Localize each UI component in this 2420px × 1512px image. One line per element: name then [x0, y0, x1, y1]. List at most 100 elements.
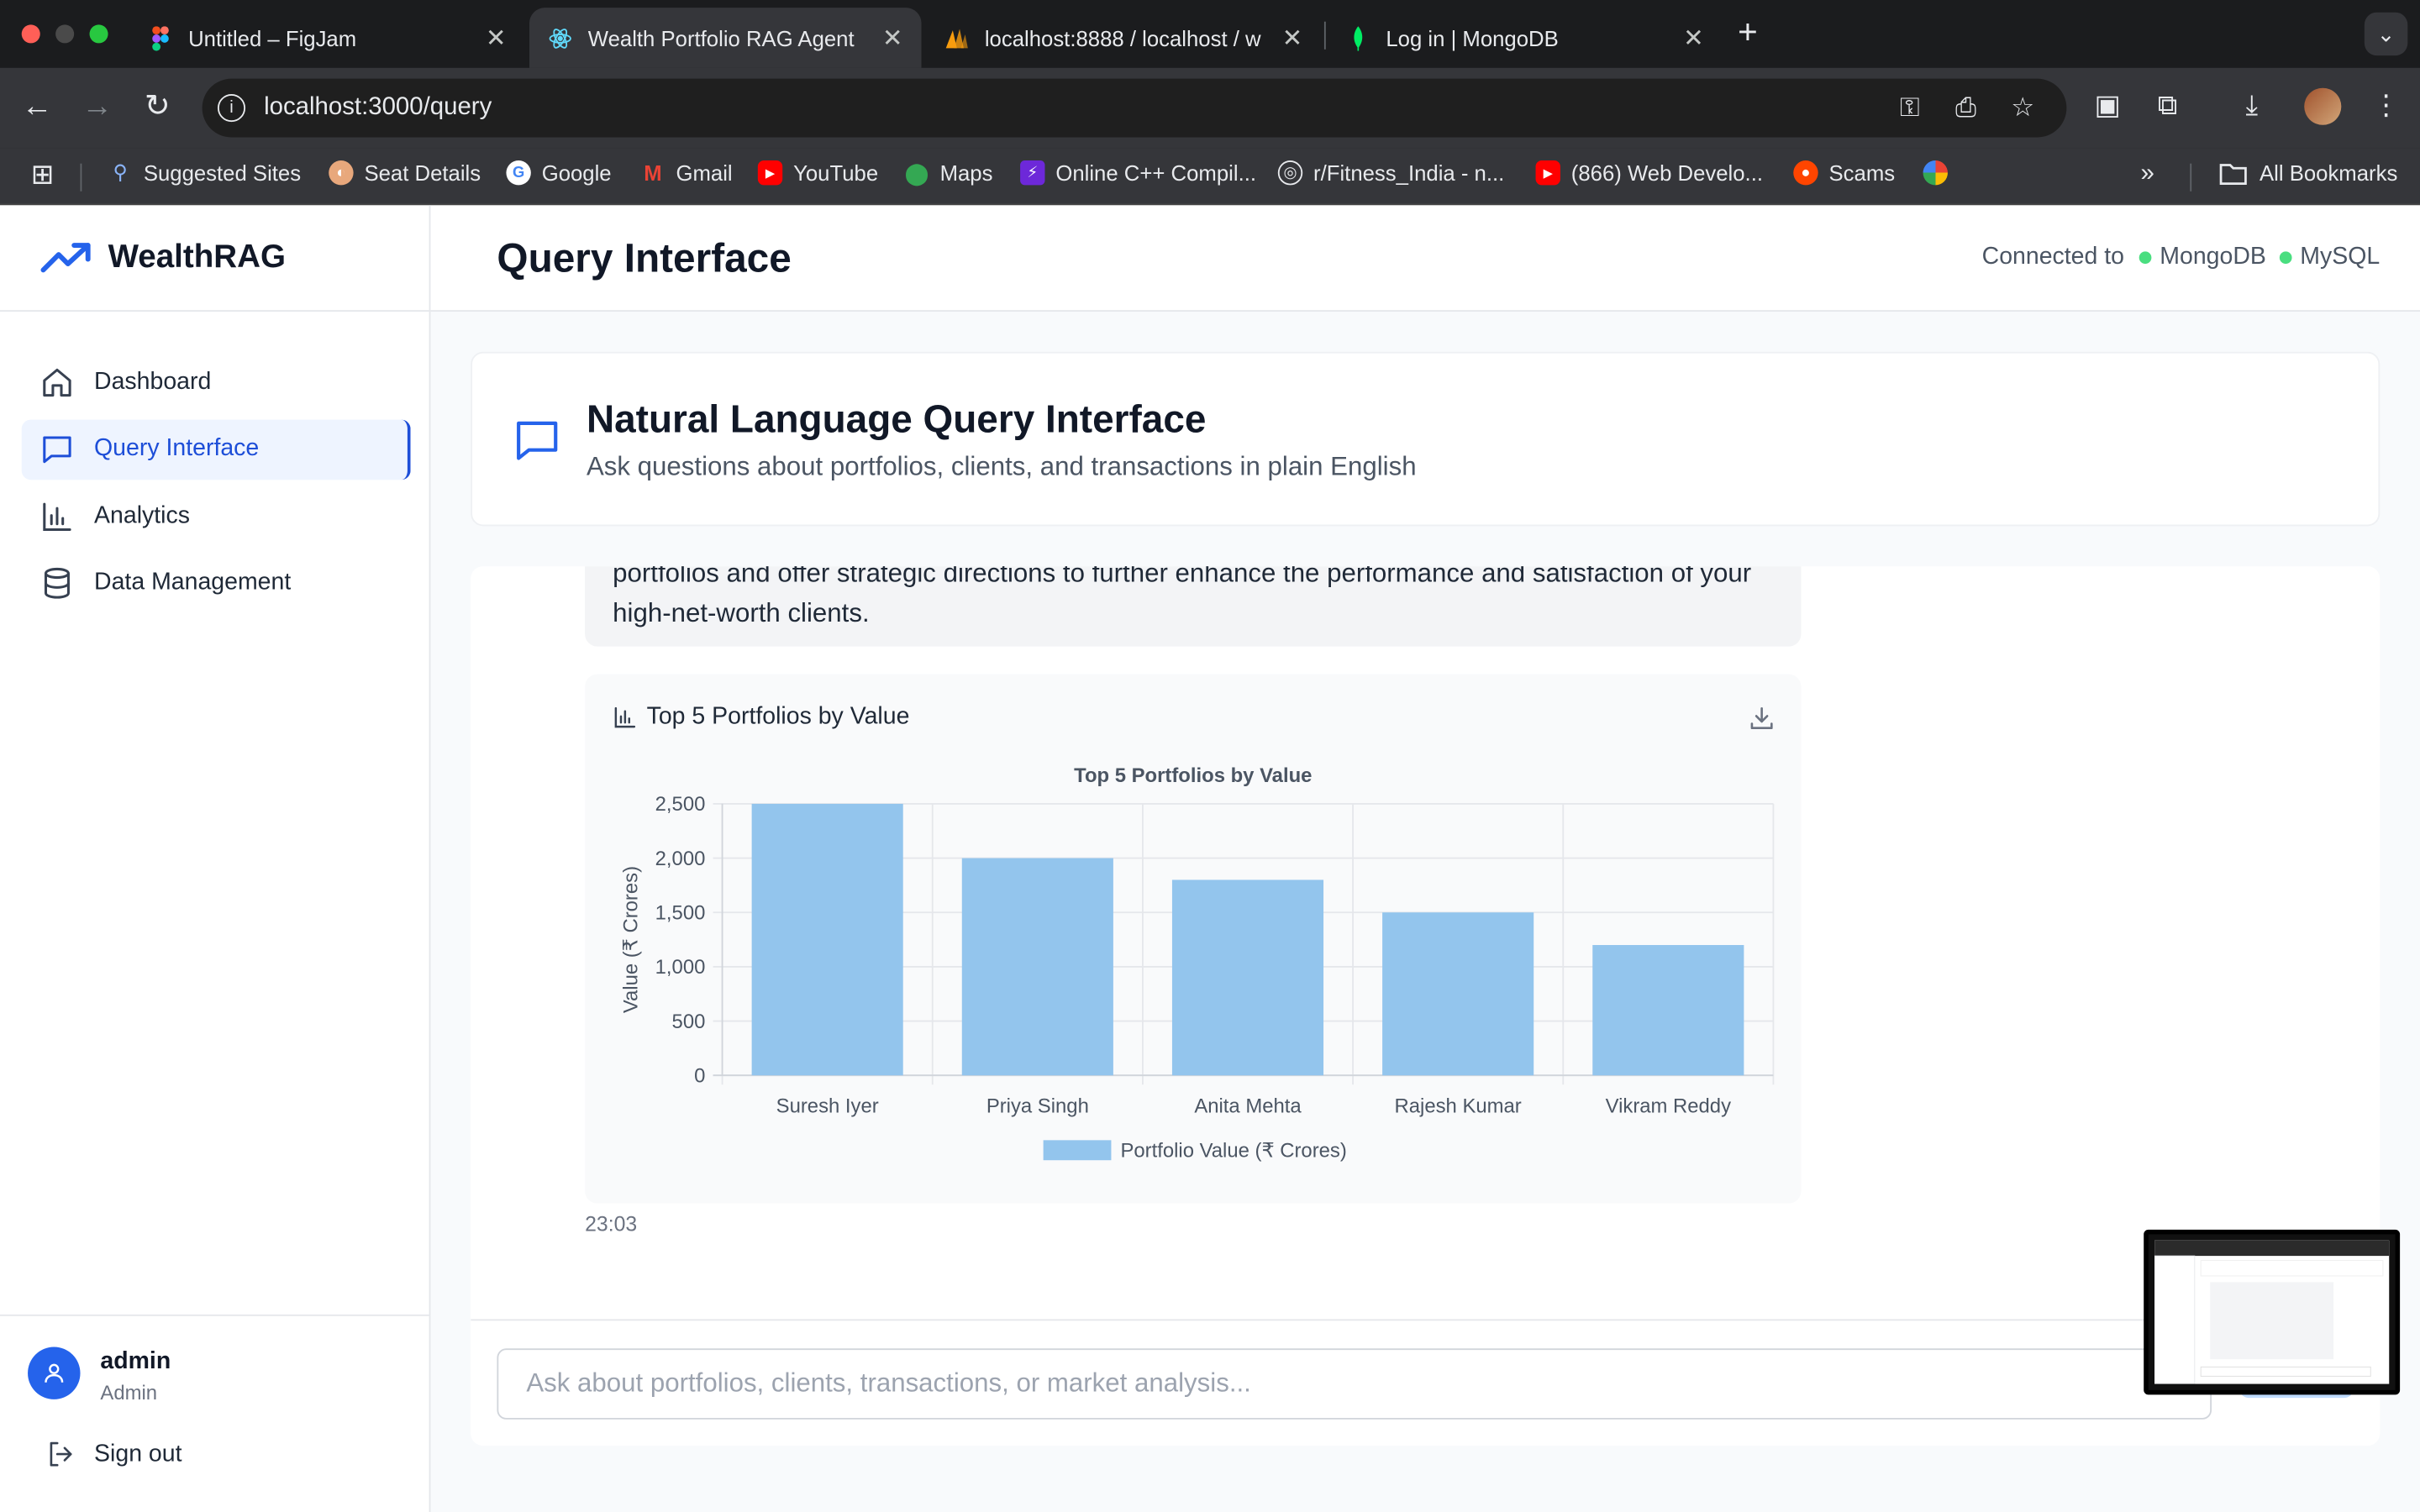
brand[interactable]: WealthRAG [0, 205, 429, 312]
browser-toolbar: ← → ↻ i localhost:3000/query ⚿ ⎙ ☆ ▣ ⧉ ⤓… [0, 67, 2420, 149]
profile-avatar[interactable] [2304, 87, 2342, 125]
all-bookmarks-folder[interactable]: All Bookmarks [2219, 160, 2397, 185]
bookmark-divider [80, 163, 82, 192]
figma-icon [148, 25, 172, 50]
page: Untitled – FigJam ✕ Wealth Portfolio RAG… [0, 0, 2420, 1512]
bookmark-online-cpp[interactable]: ⚡ Online C++ Compil... [1020, 160, 1257, 186]
sidebar-item-label: Data Management [94, 569, 292, 596]
browser-chrome: Untitled – FigJam ✕ Wealth Portfolio RAG… [0, 0, 2420, 206]
mongodb-leaf-icon [1346, 25, 1370, 50]
back-arrow-icon[interactable]: ← [18, 88, 55, 125]
seat-details-favicon: ◐ [329, 160, 354, 186]
bookmark-star-icon[interactable]: ☆ [2011, 92, 2034, 123]
tab-close-icon[interactable]: ✕ [1683, 23, 1704, 54]
x-tick-label: Anita Mehta [1194, 1095, 1302, 1117]
bookmark-scams[interactable]: ● Scams [1793, 160, 1895, 186]
chat-panel: portfolios and offer strategic direction… [471, 566, 2381, 1446]
x-tick-label: Vikram Reddy [1606, 1095, 1731, 1117]
new-tab-icon[interactable]: + [1738, 14, 1758, 49]
maximize-window-button[interactable] [89, 24, 108, 44]
y-tick-label: 0 [694, 1064, 705, 1087]
bookmark-label: Online C++ Compil... [1055, 160, 1257, 186]
bookmark-maps[interactable]: ⬤ Maps [904, 160, 993, 185]
user-panel: admin Admin Sign out [0, 1314, 429, 1512]
bookmark-fitness-india[interactable]: ◎ r/Fitness_India - n... [1277, 160, 1505, 186]
password-key-icon[interactable]: ⚿ [1900, 92, 1920, 123]
browser-tab-phpmyadmin[interactable]: localhost:8888 / localhost / w ✕ [926, 8, 1321, 68]
reddit-icon: ● [1793, 160, 1818, 186]
folder-icon [2219, 163, 2247, 185]
bookmark-youtube[interactable]: ▶ YouTube [757, 160, 878, 186]
tab-separator [1323, 21, 1326, 50]
browser-tab-figjam[interactable]: Untitled – FigJam ✕ [129, 8, 524, 68]
browser-tab-wealth-rag[interactable]: Wealth Portfolio RAG Agent ✕ [529, 8, 922, 68]
user-icon [45, 1363, 64, 1383]
log-out-icon [50, 1441, 72, 1467]
y-tick-label: 1,000 [655, 956, 706, 979]
extensions-puzzle-icon[interactable]: ⧉ [2158, 90, 2178, 123]
y-tick-label: 1,500 [655, 902, 706, 925]
screenshot-preview-thumbnail[interactable] [2144, 1229, 2401, 1395]
bookmark-google[interactable]: G Google [506, 160, 612, 186]
sidebar-item-label: Dashboard [94, 368, 212, 395]
bar [751, 803, 903, 1076]
bar [1171, 879, 1324, 1076]
more-bookmarks-icon[interactable]: » [2141, 160, 2154, 188]
bookmarks-bar: ⊞ ⚲ Suggested Sites ◐ Seat Details G Google… [0, 148, 2420, 206]
bookmark-web-develo[interactable]: ▶ (866) Web Develo... [1535, 160, 1763, 186]
site-info-icon[interactable]: i [217, 94, 246, 123]
bookmark-label: Suggested Sites [143, 160, 302, 186]
chart-title: Top 5 Portfolios by Value [1074, 764, 1312, 787]
bookmark-photos[interactable] [1923, 160, 1959, 186]
bookmark-label: Gmail [676, 160, 733, 186]
close-window-button[interactable] [21, 24, 40, 44]
tab-close-icon[interactable]: ✕ [882, 23, 903, 54]
sidebar: WealthRAG Dashboard Query Interface Anal… [0, 205, 431, 1512]
avatar[interactable] [28, 1347, 81, 1399]
connection-status: Connected to MongoDB MySQL [1982, 244, 2381, 271]
download-icon[interactable]: ⤓ [2245, 90, 2258, 123]
status-dot [2280, 251, 2293, 265]
connection-prefix: Connected to [1981, 244, 2125, 270]
sign-out-button[interactable]: Sign out [46, 1440, 182, 1469]
y-tick-label: 2,000 [655, 848, 706, 870]
bar [1592, 945, 1744, 1076]
x-tick-label: Rajesh Kumar [1395, 1095, 1522, 1117]
apps-grid-icon[interactable]: ⊞ [31, 159, 55, 192]
query-input[interactable] [497, 1348, 2212, 1420]
forward-arrow-icon[interactable]: → [79, 88, 116, 125]
react-icon [548, 25, 572, 50]
connection-db-mongodb: MongoDB [2160, 244, 2266, 270]
tab-groups-icon[interactable]: ▣ [2094, 90, 2120, 123]
home-icon [43, 367, 71, 396]
user-name: admin [100, 1348, 171, 1375]
install-app-icon[interactable]: ⎙ [1955, 92, 1976, 123]
address-bar[interactable]: i localhost:3000/query ⚿ ⎙ ☆ [202, 78, 2067, 138]
page-header: Query Interface Connected to MongoDB MyS… [430, 205, 2420, 312]
browser-tab-mongodb[interactable]: Log in | MongoDB ✕ [1328, 8, 1723, 68]
legend-swatch [1043, 1140, 1112, 1161]
sidebar-item-analytics[interactable]: Analytics [22, 486, 411, 547]
bookmark-gmail[interactable]: M Gmail [640, 160, 732, 185]
sidebar-item-data-management[interactable]: Data Management [22, 553, 411, 613]
database-icon [44, 567, 70, 599]
bookmark-seat-details[interactable]: ◐ Seat Details [329, 160, 481, 186]
x-tick-label: Priya Singh [986, 1095, 1089, 1117]
bookmark-divider [2190, 163, 2192, 192]
bookmark-suggested-sites[interactable]: ⚲ Suggested Sites [108, 160, 302, 185]
youtube-icon: ▶ [757, 160, 783, 186]
sidebar-item-dashboard[interactable]: Dashboard [22, 352, 411, 412]
tab-close-icon[interactable]: ✕ [486, 23, 507, 54]
tab-search-chevron-icon[interactable]: ⌄ [2364, 12, 2408, 56]
sidebar-item-query-interface[interactable]: Query Interface [21, 418, 411, 480]
message-square-icon [517, 421, 558, 460]
browser-menu-icon[interactable]: ⋮ [2372, 90, 2400, 123]
reload-icon[interactable]: ↻ [139, 88, 176, 125]
bookmark-label: r/Fitness_India - n... [1313, 160, 1505, 186]
tab-close-icon[interactable]: ✕ [1282, 23, 1303, 54]
minimize-window-button[interactable] [55, 24, 75, 44]
lightning-icon: ⚡ [1020, 160, 1045, 186]
bar-chart: Top 5 Portfolios by Value 0 500 1,000 1,500 2… [620, 764, 1775, 1163]
bar-chart-icon [43, 501, 71, 531]
trending-up-icon [40, 243, 91, 273]
